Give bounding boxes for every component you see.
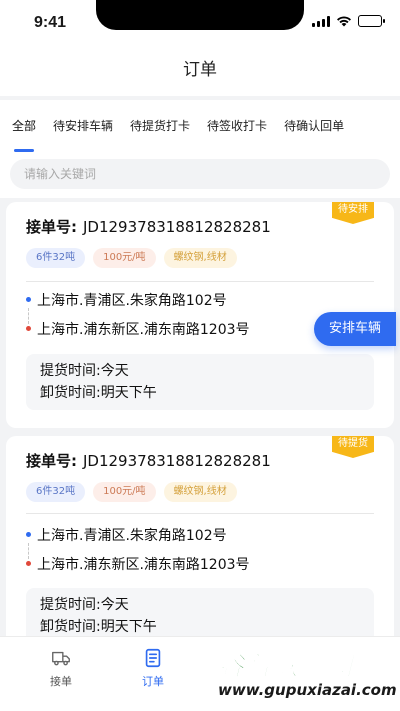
pickup-time-label: 提货时间: — [40, 597, 101, 613]
unload-time-value: 明天下午 — [100, 619, 157, 635]
tabbar-item-orders-accept[interactable]: 接单 — [21, 647, 101, 689]
price-tag: 100元/吨 — [93, 248, 156, 268]
search-bar — [0, 152, 400, 198]
tab-pending-vehicle[interactable]: 待安排车辆 — [53, 100, 113, 152]
cellular-signal-icon — [312, 15, 330, 27]
search-input[interactable] — [10, 159, 390, 189]
page-title: 订单 — [183, 60, 217, 80]
tab-all[interactable]: 全部 — [12, 100, 36, 152]
battery-icon — [358, 15, 385, 27]
pickup-time-row: 提货时间:今天 — [40, 360, 360, 382]
order-tags: 6件32吨 100元/吨 螺纹钢,线材 — [26, 482, 237, 502]
device-notch — [96, 0, 304, 30]
delivery-address: 上海市.浦东新区.浦东南路1203号 — [26, 554, 250, 574]
price-tag: 100元/吨 — [93, 482, 156, 502]
order-number-label: 接单号: — [26, 452, 77, 470]
watermark-logo: 谷普软件园 www.gupuxiazai.com — [218, 646, 400, 708]
delivery-address-text: 上海市.浦东新区.浦东南路1203号 — [37, 557, 250, 573]
order-number: JD129378318812828281 — [83, 218, 271, 236]
status-bar: 9:41 — [0, 0, 400, 44]
divider — [26, 281, 374, 282]
order-list-icon — [145, 648, 161, 668]
pickup-address: 上海市.青浦区.朱家角路102号 — [26, 290, 227, 310]
status-time: 9:41 — [34, 14, 67, 31]
order-status-tabs: 全部 待安排车辆 待提货打卡 待签收打卡 待确认回单 — [0, 100, 400, 152]
unload-time-row: 卸货时间:明天下午 — [40, 616, 360, 638]
watermark-brand: 谷普软件园 — [218, 652, 354, 683]
destination-dot-icon — [26, 325, 31, 331]
cargo-tag: 螺纹钢,线材 — [163, 248, 237, 268]
status-badge: 待提货 — [332, 436, 374, 458]
schedule-box: 提货时间:今天 卸货时间:明天下午 — [26, 354, 374, 410]
navigation-bar: 订单 — [0, 44, 400, 96]
divider — [26, 513, 374, 514]
order-number: JD129378318812828281 — [83, 452, 271, 470]
quantity-tag: 6件32吨 — [26, 248, 86, 268]
pickup-time-value: 今天 — [100, 597, 129, 613]
origin-dot-icon — [26, 296, 31, 302]
unload-time-label: 卸货时间: — [40, 385, 101, 401]
tabbar-label: 订单 — [142, 675, 164, 688]
tabbar-item-orders[interactable]: 订单 — [113, 647, 193, 689]
unload-time-value: 明天下午 — [100, 385, 157, 401]
order-number-line: 接单号: JD129378318812828281 — [26, 450, 271, 471]
cargo-tag: 螺纹钢,线材 — [163, 482, 237, 502]
tab-pending-pickup[interactable]: 待提货打卡 — [130, 100, 190, 152]
phone-screen: 9:41 订单 全部 待安排车辆 待提货打卡 待签收打卡 待确认回单 待安排 — [0, 0, 400, 711]
quantity-tag: 6件32吨 — [26, 482, 86, 502]
order-number-line: 接单号: JD129378318812828281 — [26, 216, 271, 237]
order-number-label: 接单号: — [26, 218, 77, 236]
status-icons — [312, 15, 385, 27]
unload-time-row: 卸货时间:明天下午 — [40, 382, 360, 404]
tabbar-label: 接单 — [50, 675, 72, 688]
delivery-address-text: 上海市.浦东新区.浦东南路1203号 — [37, 322, 250, 338]
order-tags: 6件32吨 100元/吨 螺纹钢,线材 — [26, 248, 237, 268]
status-badge: 待安排 — [332, 202, 374, 224]
truck-icon — [52, 651, 70, 666]
tab-pending-receipt[interactable]: 待确认回单 — [284, 100, 344, 152]
destination-dot-icon — [26, 560, 31, 566]
pickup-time-label: 提货时间: — [40, 363, 101, 379]
delivery-address: 上海市.浦东新区.浦东南路1203号 — [26, 319, 250, 339]
pickup-time-value: 今天 — [100, 363, 129, 379]
wifi-icon — [337, 16, 351, 27]
pickup-time-row: 提货时间:今天 — [40, 594, 360, 616]
tab-pending-signoff[interactable]: 待签收打卡 — [207, 100, 267, 152]
arrange-vehicle-button[interactable]: 安排车辆 — [314, 312, 396, 346]
unload-time-label: 卸货时间: — [40, 619, 101, 635]
order-card[interactable]: 待提货 接单号: JD129378318812828281 6件32吨 100元/… — [6, 436, 394, 646]
origin-dot-icon — [26, 531, 31, 537]
watermark-url: www.gupuxiazai.com — [218, 681, 397, 699]
pickup-address: 上海市.青浦区.朱家角路102号 — [26, 525, 227, 545]
pickup-address-text: 上海市.青浦区.朱家角路102号 — [37, 528, 227, 544]
pickup-address-text: 上海市.青浦区.朱家角路102号 — [37, 293, 227, 309]
